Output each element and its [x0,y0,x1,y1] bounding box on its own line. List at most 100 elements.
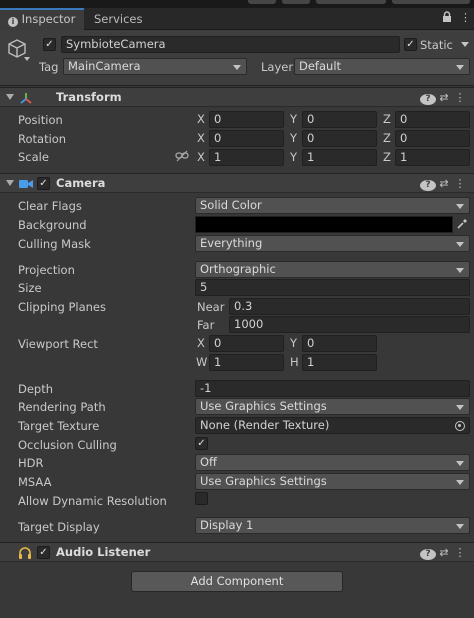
icon-dropdown-caret[interactable] [24,57,30,61]
chevron-down-icon [456,268,464,273]
msaa-value: Use Graphics Settings [200,474,327,488]
position-label: Position [18,113,63,127]
rotation-x-field[interactable]: 0 [209,130,284,147]
foldout-arrow-icon[interactable] [6,180,14,186]
lock-icon[interactable] [442,11,452,26]
axis-y-label[interactable]: Y [290,150,297,165]
near-label[interactable]: Near [197,300,224,314]
scale-z-field[interactable]: 1 [395,149,470,166]
gameobject-header: ✓ SymbioteCamera ✓ Static Tag MainCamera… [0,30,474,86]
clipping-planes-label: Clipping Planes [18,300,106,314]
presets-icon[interactable]: ⇄ [436,545,452,560]
target-display-dropdown[interactable]: Display 1 [195,517,470,534]
far-field[interactable]: 1000 [229,316,470,333]
audio-listener-header[interactable]: ✓ Audio Listener ? ⇄ ⋮ [0,542,474,562]
rendering-path-dropdown[interactable]: Use Graphics Settings [195,398,470,415]
target-texture-field[interactable]: None (Render Texture) [195,417,470,434]
occlusion-culling-checkbox[interactable]: ✓ [195,437,208,450]
rotation-z-field[interactable]: 0 [395,130,470,147]
msaa-dropdown[interactable]: Use Graphics Settings [195,473,470,490]
audio-listener-title: Audio Listener [56,545,151,559]
layer-dropdown[interactable]: Default [294,58,470,75]
viewport-h-field[interactable]: 1 [302,354,377,371]
toolbar-chip[interactable] [392,0,470,4]
position-z-field[interactable]: 0 [395,111,470,128]
chevron-down-icon [456,65,464,70]
help-icon[interactable]: ? [420,545,436,560]
tab-services[interactable]: Services [86,8,166,30]
axis-z-label[interactable]: Z [383,131,391,146]
layer-value: Default [299,59,342,73]
clear-flags-value: Solid Color [200,198,262,212]
culling-mask-value: Everything [200,236,263,250]
static-checkbox[interactable]: ✓ [404,38,417,51]
chevron-down-icon [456,405,464,410]
camera-enabled-checkbox[interactable]: ✓ [37,177,50,190]
target-display-value: Display 1 [200,518,254,532]
axis-x-label[interactable]: X [197,131,205,146]
axis-y-label[interactable]: Y [290,112,297,127]
size-field[interactable]: 5 [195,279,470,296]
rotation-y-field[interactable]: 0 [302,130,377,147]
hdr-dropdown[interactable]: Off [195,454,470,471]
rotation-label: Rotation [18,132,67,146]
scale-y-field[interactable]: 1 [302,149,377,166]
hdr-value: Off [200,455,217,469]
target-texture-value: None (Render Texture) [200,418,330,432]
toolbar-chip[interactable] [248,0,276,4]
viewport-y-field[interactable]: 0 [302,335,377,352]
rendering-path-value: Use Graphics Settings [200,399,327,413]
clear-flags-dropdown[interactable]: Solid Color [195,197,470,214]
help-icon[interactable]: ? [420,90,436,105]
object-picker-icon[interactable] [455,421,465,431]
viewport-x-label[interactable]: X [197,336,205,351]
audio-listener-enabled-checkbox[interactable]: ✓ [37,546,50,559]
tab-inspector[interactable]: i Inspector [0,8,84,30]
constrain-proportions-link-icon[interactable] [175,150,189,165]
object-name-field[interactable]: SymbioteCamera [61,36,400,53]
presets-icon[interactable]: ⇄ [436,176,452,191]
culling-mask-dropdown[interactable]: Everything [195,235,470,252]
add-component-button[interactable]: Add Component [131,571,343,592]
chevron-down-icon [456,242,464,247]
viewport-w-label[interactable]: W [196,355,207,370]
axis-x-label[interactable]: X [197,112,205,127]
axis-z-label[interactable]: Z [383,150,391,165]
more-vert-icon[interactable]: ⋮ [460,11,471,25]
viewport-w-field[interactable]: 1 [209,354,284,371]
more-vert-icon[interactable]: ⋮ [452,545,468,560]
layer-label: Layer [261,60,294,74]
dynamic-resolution-checkbox[interactable] [195,492,208,505]
position-y-field[interactable]: 0 [302,111,377,128]
axis-y-label[interactable]: Y [290,131,297,146]
more-vert-icon[interactable]: ⋮ [452,176,468,191]
static-dropdown-caret[interactable] [461,42,469,47]
background-color-swatch[interactable] [195,216,453,233]
dynamic-resolution-label: Allow Dynamic Resolution [18,494,167,508]
help-icon[interactable]: ? [420,176,436,191]
depth-field[interactable]: -1 [195,380,470,397]
rendering-path-label: Rendering Path [18,400,106,414]
axis-z-label[interactable]: Z [383,112,391,127]
msaa-label: MSAA [18,475,52,489]
far-label[interactable]: Far [197,318,214,332]
toolbar-chip[interactable] [316,0,386,4]
tag-dropdown[interactable]: MainCamera [63,58,247,75]
tag-value: MainCamera [68,59,141,73]
projection-dropdown[interactable]: Orthographic [195,261,470,278]
near-field[interactable]: 0.3 [229,298,470,315]
scale-x-field[interactable]: 1 [209,149,284,166]
axis-x-label[interactable]: X [197,150,205,165]
more-vert-icon[interactable]: ⋮ [452,90,468,105]
eyedropper-icon[interactable] [456,218,468,233]
transform-header[interactable]: Transform ? ⇄ ⋮ [0,87,474,107]
camera-header[interactable]: ✓ Camera ? ⇄ ⋮ [0,173,474,193]
presets-icon[interactable]: ⇄ [436,90,452,105]
active-checkbox[interactable]: ✓ [43,38,56,51]
viewport-y-label[interactable]: Y [290,336,297,351]
viewport-x-field[interactable]: 0 [209,335,284,352]
toolbar-chip[interactable] [282,0,310,4]
foldout-arrow-icon[interactable] [6,94,14,100]
position-x-field[interactable]: 0 [209,111,284,128]
viewport-h-label[interactable]: H [290,355,299,370]
